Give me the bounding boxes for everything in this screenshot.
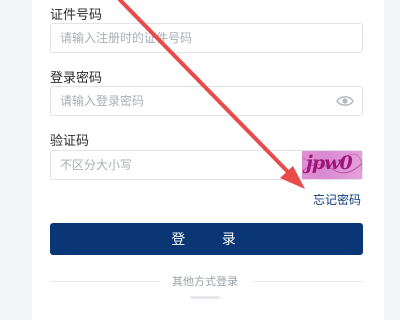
captcha-text: jpw0 (306, 152, 353, 174)
captcha-image[interactable]: jpw0 (302, 151, 362, 179)
eye-icon[interactable] (336, 94, 354, 108)
other-login-methods-label: 其他方式登录 (172, 275, 238, 288)
password-input[interactable] (60, 87, 300, 115)
captcha-input[interactable] (60, 151, 260, 179)
captcha-label: 验证码 (50, 134, 90, 149)
password-field[interactable] (50, 86, 363, 116)
id-number-input[interactable] (60, 24, 300, 52)
login-button[interactable]: 登 录 (50, 223, 363, 255)
id-number-label: 证件号码 (50, 8, 103, 23)
forgot-password-link[interactable]: 忘记密码 (313, 191, 361, 208)
id-number-field[interactable] (50, 23, 363, 53)
captcha-field[interactable]: jpw0 (50, 150, 363, 180)
password-label: 登录密码 (50, 71, 103, 86)
divider-right (253, 281, 363, 282)
divider-left (50, 281, 160, 282)
